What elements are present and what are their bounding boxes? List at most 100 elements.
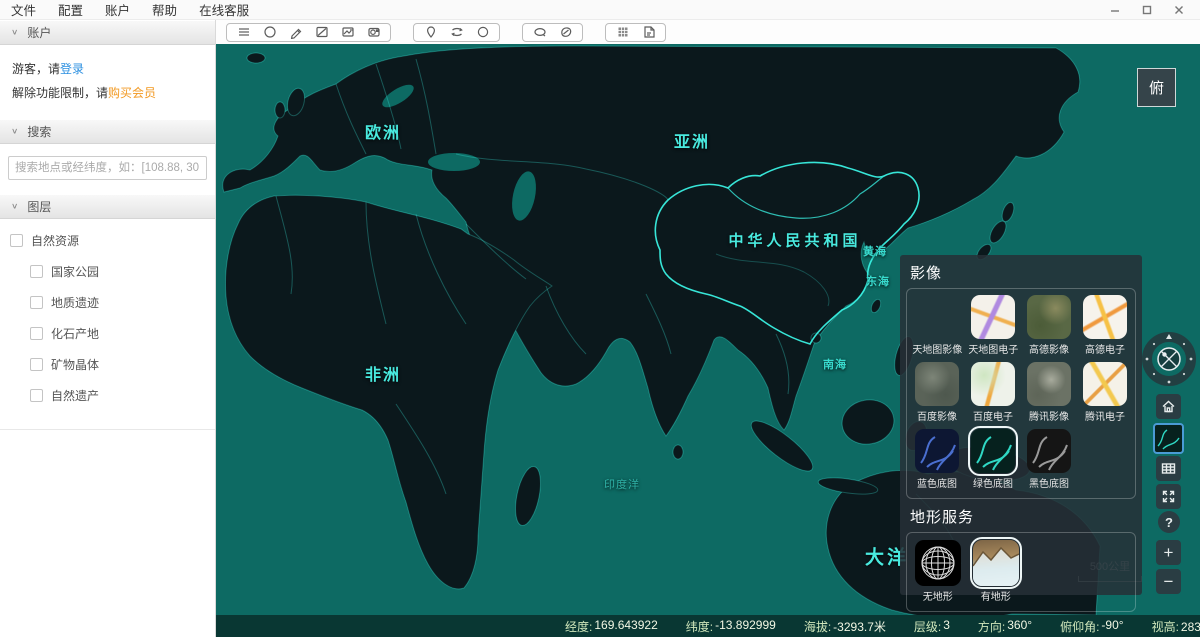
layer-fossil-sites[interactable]: 化石产地 — [30, 324, 205, 342]
thumbnail — [915, 540, 961, 586]
menu-account[interactable]: 账户 — [94, 0, 141, 19]
status-longitude: 经度:169.643922 — [565, 618, 658, 635]
status-pitch: 俯仰角:-90° — [1060, 618, 1124, 635]
search-body — [0, 144, 215, 194]
basemap-panel: 影像 天地图影像 天地图电子 高德影像 — [900, 255, 1142, 595]
record-icon[interactable] — [366, 25, 381, 40]
globe-select-icon[interactable] — [262, 25, 277, 40]
layer-natural-heritage[interactable]: 自然遗产 — [30, 386, 205, 404]
checkbox[interactable] — [30, 327, 43, 340]
section-header-search[interactable]: ∨ 搜索 — [0, 119, 215, 144]
menu-help[interactable]: 帮助 — [141, 0, 188, 19]
terrain-none[interactable]: 无地形 — [909, 540, 967, 604]
terrain-header: 地形服务 — [900, 499, 1142, 532]
basemap-tencent-imagery[interactable]: 腾讯影像 — [1021, 362, 1077, 424]
thumbnail — [1027, 429, 1071, 473]
imagery-grid: 天地图影像 天地图电子 高德影像 高德电子 — [906, 288, 1136, 499]
thumbnail — [971, 429, 1015, 473]
basemap-tianditu-imagery[interactable]: 天地图影像 — [909, 295, 965, 357]
close-icon[interactable] — [1166, 1, 1192, 19]
account-section-title: 账户 — [27, 24, 51, 41]
basemap-tencent-vector[interactable]: 腾讯电子 — [1077, 362, 1133, 424]
terrain-on[interactable]: 有地形 — [967, 540, 1025, 604]
basemap-baidu-imagery[interactable]: 百度影像 — [909, 362, 965, 424]
menu-online-service[interactable]: 在线客服 — [188, 0, 260, 19]
status-zoom-level: 层级:3 — [914, 618, 950, 635]
compass-widget[interactable] — [1142, 332, 1196, 386]
window-controls — [1102, 0, 1192, 20]
basemap-amap-vector[interactable]: 高德电子 — [1077, 295, 1133, 357]
map-label-south-china-sea: 南海 — [823, 356, 847, 372]
fullscreen-button[interactable] — [1156, 484, 1181, 509]
limit-text: 解除功能限制，请 — [12, 86, 108, 100]
compare-arrows-icon[interactable] — [449, 25, 464, 40]
thumbnail — [915, 295, 959, 339]
section-header-account[interactable]: ∨ 账户 — [0, 20, 215, 45]
status-altitude: 海拔:-3293.7米 — [804, 618, 886, 635]
layer-mineral-crystals[interactable]: 矿物晶体 — [30, 355, 205, 373]
checkbox[interactable] — [30, 265, 43, 278]
zoom-in-button[interactable]: + — [1156, 540, 1181, 565]
thumbnail — [1027, 295, 1071, 339]
thumbnail — [971, 295, 1015, 339]
home-button[interactable] — [1156, 394, 1181, 419]
zoom-out-button[interactable]: − — [1156, 569, 1181, 594]
map-label-indian-ocean: 印度洋 — [604, 476, 640, 492]
pin-icon[interactable] — [423, 25, 438, 40]
section-header-layers[interactable]: ∨ 图层 — [0, 194, 215, 219]
map-label-china: 中华人民共和国 — [728, 230, 861, 251]
checkbox[interactable] — [30, 389, 43, 402]
layer-natural-resources[interactable]: 自然资源 — [10, 231, 205, 249]
app-menubar: 文件 配置 账户 帮助 在线客服 — [0, 0, 1200, 20]
status-view-height: 视高:28359906.8米 — [1152, 618, 1200, 635]
status-bar: 经度:169.643922 纬度:-13.892999 海拔:-3293.7米 … — [216, 615, 1200, 637]
minimize-icon[interactable] — [1102, 1, 1128, 19]
screenshot-icon[interactable] — [314, 25, 329, 40]
basemap-picker-button[interactable] — [1153, 423, 1184, 454]
basemap-amap-imagery[interactable]: 高德影像 — [1021, 295, 1077, 357]
map-label-europe: 欧洲 — [365, 119, 401, 143]
basemap-black[interactable]: 黑色底图 — [1021, 429, 1077, 491]
layer-geological-relics[interactable]: 地质遗迹 — [30, 293, 205, 311]
basemap-tianditu-vector[interactable]: 天地图电子 — [965, 295, 1021, 357]
fill-grid-icon[interactable] — [615, 25, 630, 40]
map-viewport[interactable]: 欧洲 亚洲 中华人民共和国 黄海 东海 南海 非洲 印度洋 大洋 500公里 俯… — [216, 44, 1200, 615]
help-button[interactable]: ? — [1158, 511, 1180, 533]
thumbnail — [971, 362, 1015, 406]
sidebar: ∨ 账户 游客，请登录 解除功能限制，请购买会员 ∨ 搜索 ∨ 图层 自然资源 … — [0, 20, 216, 637]
terrain-grid: 无地形 有地形 — [906, 532, 1136, 612]
menu-file[interactable]: 文件 — [0, 0, 47, 19]
top-view-button[interactable]: 俯 — [1137, 68, 1176, 107]
checkbox[interactable] — [30, 358, 43, 371]
ellipse-icon[interactable] — [532, 25, 547, 40]
maximize-icon[interactable] — [1134, 1, 1160, 19]
thumbnail — [915, 362, 959, 406]
polygon-icon[interactable] — [558, 25, 573, 40]
thumbnail — [973, 540, 1019, 586]
map-label-asia: 亚洲 — [674, 128, 710, 152]
toolbar-group-tools — [226, 23, 391, 42]
basemap-blue[interactable]: 蓝色底图 — [909, 429, 965, 491]
image-export-icon[interactable] — [340, 25, 355, 40]
chevron-down-icon: ∨ — [11, 202, 18, 211]
checkbox[interactable] — [10, 234, 23, 247]
pencil-icon[interactable] — [288, 25, 303, 40]
buy-membership-link[interactable]: 购买会员 — [108, 86, 156, 100]
search-section-title: 搜索 — [27, 123, 51, 140]
layer-national-park[interactable]: 国家公园 — [30, 262, 205, 280]
status-latitude: 纬度:-13.892999 — [686, 618, 776, 635]
checkbox[interactable] — [30, 296, 43, 309]
map-label-africa: 非洲 — [365, 361, 401, 385]
menu-icon[interactable] — [236, 25, 251, 40]
layer-tree: 自然资源 国家公园 地质遗迹 化石产地 矿物晶体 自然遗产 — [0, 219, 215, 430]
basemap-green[interactable]: 绿色底图 — [965, 429, 1021, 491]
report-export-icon[interactable] — [641, 25, 656, 40]
circle-draw-icon[interactable] — [475, 25, 490, 40]
grid-button[interactable] — [1156, 456, 1181, 481]
status-heading: 方向:360° — [978, 618, 1032, 635]
menu-settings[interactable]: 配置 — [47, 0, 94, 19]
login-link[interactable]: 登录 — [60, 62, 84, 76]
toolbar-group-shapes — [522, 23, 583, 42]
search-input[interactable] — [8, 156, 207, 180]
basemap-baidu-vector[interactable]: 百度电子 — [965, 362, 1021, 424]
